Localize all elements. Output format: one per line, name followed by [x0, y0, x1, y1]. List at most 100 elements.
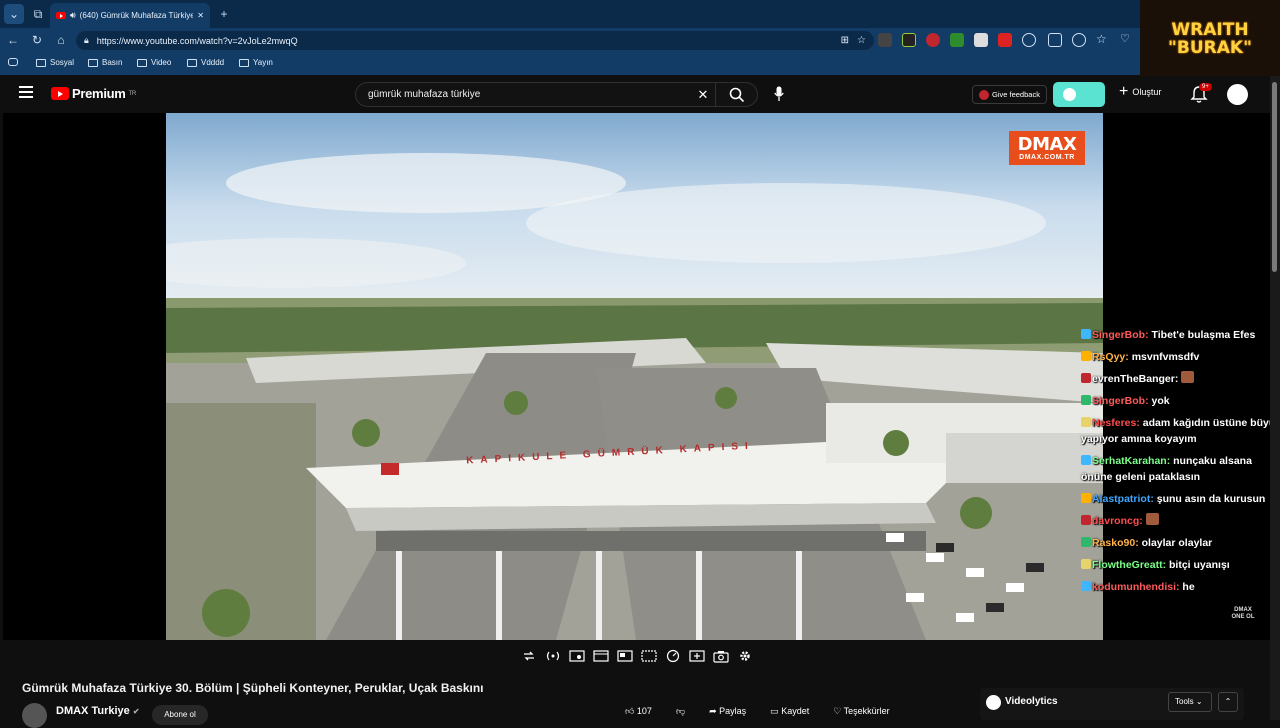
chat-badge-icon — [1081, 515, 1091, 525]
chat-message: SingerBob: Tibet'e bulaşma Efes — [1081, 327, 1276, 343]
film-strip-icon[interactable] — [592, 648, 610, 664]
account-avatar[interactable] — [1227, 84, 1248, 105]
channel-row: DMAX Turkiye ✔ Abone ol — [22, 703, 722, 728]
bookmark-folder-video[interactable]: Video — [137, 58, 171, 67]
heart-icon[interactable]: ♡ — [1120, 33, 1134, 47]
workspaces-icon[interactable]: ⧉ — [28, 4, 48, 24]
bookmark-folder-basin[interactable]: Basın — [88, 58, 122, 67]
chat-text: Tibet'e bulaşma Efes — [1151, 329, 1256, 341]
settings-icon[interactable] — [1072, 33, 1086, 47]
create-button[interactable]: + Oluştur — [1119, 84, 1161, 100]
search-button[interactable] — [715, 83, 757, 106]
chat-username[interactable]: RsQyy — [1092, 351, 1125, 363]
save-button[interactable]: ▭ Kaydet — [770, 706, 809, 717]
video-player[interactable]: DMAX DMAX.COM.TR KAPIKULE GÜMRÜK KAPISI — [3, 113, 1270, 640]
hamburger-menu-icon[interactable] — [19, 86, 33, 98]
chat-badge-icon — [1081, 417, 1091, 427]
new-tab-icon[interactable]: + — [214, 4, 234, 24]
video-action-bar: 👍︎ 107 👎︎ ➦ Paylaş ▭ Kaydet ♡ Teşekkürle… — [625, 706, 890, 717]
page-scrollbar[interactable] — [1270, 76, 1280, 720]
extension-toggle[interactable] — [1053, 82, 1105, 107]
chat-username[interactable]: SingerBob — [1092, 329, 1145, 341]
player-extension-toolbar — [520, 648, 754, 664]
chat-username[interactable]: Alastpatriot — [1092, 493, 1150, 505]
browser-tab-bar: ⌄ ⧉ 🔊︎ (640) Gümrük Muhafaza Türkiye 30.… — [0, 0, 1280, 28]
clear-search-icon[interactable]: ✕ — [691, 87, 715, 103]
bookmark-folder-vdddd[interactable]: Vdddd — [187, 58, 224, 67]
loop-icon[interactable] — [520, 648, 538, 664]
settings-gear-icon[interactable] — [736, 648, 754, 664]
channel-avatar[interactable] — [22, 703, 47, 728]
favorite-star-icon[interactable]: ☆ — [857, 35, 866, 46]
chat-username[interactable]: SerhatKarahan — [1092, 455, 1167, 467]
chevron-up-icon[interactable]: ⌃ — [1218, 692, 1238, 712]
videolytics-panel: Videolytics Tools ⌄ ⌃ — [980, 688, 1244, 720]
extension-icon[interactable] — [974, 33, 988, 47]
chat-username[interactable]: evrenTheBanger — [1092, 373, 1175, 385]
channel-name-link[interactable]: DMAX Turkiye ✔ — [56, 705, 140, 717]
broadcast-icon[interactable] — [544, 648, 562, 664]
youtube-favicon-icon — [56, 12, 66, 19]
dislike-button[interactable]: 👎︎ — [676, 706, 685, 717]
chat-username[interactable]: Nesferes — [1092, 417, 1136, 429]
watch-preview-icon[interactable] — [568, 648, 586, 664]
chat-message: davroncg: — [1081, 513, 1276, 529]
screenshot-camera-icon[interactable] — [712, 648, 730, 664]
chat-username[interactable]: FlowtheGreatt — [1092, 559, 1163, 571]
add-frame-icon[interactable] — [688, 648, 706, 664]
speed-gauge-icon[interactable] — [664, 648, 682, 664]
video-scene-kapikule-customs — [166, 113, 1103, 640]
chat-message: kodumunhendisi: he — [1081, 579, 1276, 595]
picture-in-picture-icon[interactable] — [616, 648, 634, 664]
chat-message: Alastpatriot: şunu asın da kurusun — [1081, 491, 1276, 507]
share-button[interactable]: ➦ Paylaş — [709, 706, 746, 717]
bookmark-folder-sosyal[interactable]: Sosyal — [36, 58, 74, 67]
like-button[interactable]: 👍︎ 107 — [625, 706, 652, 717]
home-icon[interactable]: ⌂ — [52, 31, 70, 49]
extension-icon[interactable] — [926, 33, 940, 47]
microphone-icon[interactable] — [774, 86, 784, 102]
bookmark-manager-icon[interactable] — [8, 58, 18, 66]
dmax-watermark: DMAX ONE OL — [1231, 607, 1255, 620]
url-field[interactable]: 🔒︎ https://www.youtube.com/watch?v=2vJoL… — [76, 31, 874, 50]
tab-list-icon[interactable]: ⌄ — [4, 4, 24, 24]
extension-icon[interactable] — [998, 33, 1012, 47]
extension-icon[interactable] — [902, 33, 916, 47]
subscribe-button[interactable]: Abone ol — [152, 705, 208, 725]
split-screen-icon[interactable] — [1048, 33, 1062, 47]
search-input[interactable]: gümrük muhafaza türkiye — [356, 89, 691, 100]
notification-count-badge: 9+ — [1199, 83, 1212, 91]
chat-badge-icon — [1081, 537, 1091, 547]
reload-icon[interactable]: ↻ — [28, 31, 46, 49]
app-icon[interactable]: ⊞ — [841, 35, 849, 46]
chat-message: evrenTheBanger: — [1081, 371, 1276, 387]
chat-badge-icon — [1081, 559, 1091, 569]
chat-emote-icon — [1145, 513, 1159, 525]
extensions-puzzle-icon[interactable] — [1022, 33, 1036, 47]
speaker-icon[interactable]: 🔊︎ — [70, 10, 76, 21]
extension-icon[interactable] — [950, 33, 964, 47]
youtube-premium-logo[interactable]: Premium TR — [51, 86, 136, 101]
save-icon: ▭ — [770, 706, 779, 716]
youtube-header: Premium TR gümrük muhafaza türkiye ✕ Giv… — [3, 76, 1270, 113]
chat-username[interactable]: Rasko90 — [1092, 537, 1135, 549]
verified-check-icon: ✔ — [132, 707, 140, 716]
extension-icon[interactable] — [878, 33, 892, 47]
thanks-button[interactable]: ♡ Teşekkürler — [833, 706, 889, 717]
chat-text: olaylar olaylar — [1141, 537, 1213, 549]
chat-username[interactable]: kodumunhendisi — [1092, 581, 1176, 593]
back-icon[interactable]: ← — [4, 31, 22, 49]
tab-youtube[interactable]: 🔊︎ (640) Gümrük Muhafaza Türkiye 30. Böl… — [50, 3, 210, 28]
cinema-mode-icon[interactable] — [640, 648, 658, 664]
give-feedback-button[interactable]: Give feedback — [972, 85, 1047, 104]
tools-dropdown[interactable]: Tools ⌄ — [1168, 692, 1212, 712]
chat-username[interactable]: davroncg — [1092, 515, 1139, 527]
scrollbar-thumb[interactable] — [1272, 82, 1277, 272]
close-tab-icon[interactable]: ✕ — [197, 11, 204, 20]
video-frame[interactable]: DMAX DMAX.COM.TR KAPIKULE GÜMRÜK KAPISI — [166, 113, 1103, 640]
bookmark-folder-yayin[interactable]: Yayın — [239, 58, 273, 67]
videolytics-logo-icon — [986, 695, 1001, 710]
favorites-icon[interactable]: ☆ — [1096, 33, 1110, 47]
search-bar: gümrük muhafaza türkiye ✕ — [355, 82, 758, 107]
chat-username[interactable]: SingerBob — [1092, 395, 1145, 407]
